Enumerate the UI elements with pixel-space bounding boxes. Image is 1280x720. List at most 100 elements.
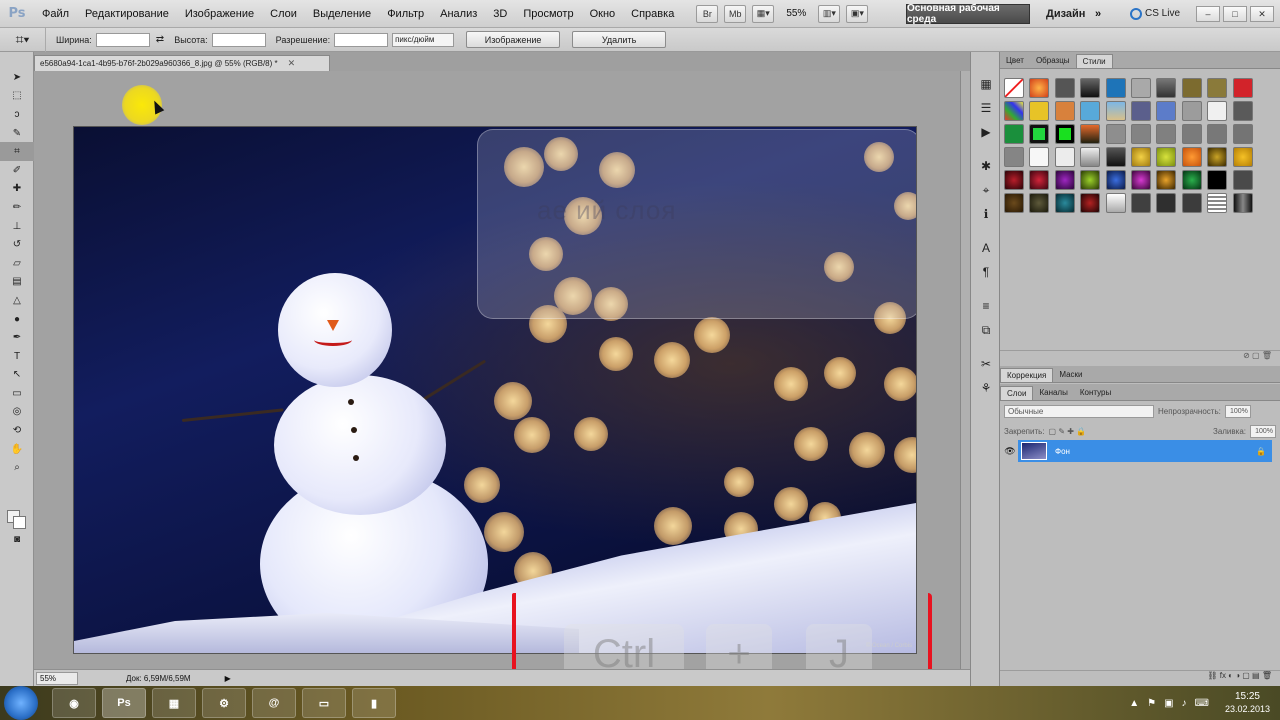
style-swatch[interactable] xyxy=(1029,147,1050,167)
style-swatch[interactable] xyxy=(1232,101,1253,121)
height-input[interactable] xyxy=(211,32,266,47)
opacity-input[interactable]: 100% xyxy=(1224,404,1251,418)
style-swatch[interactable] xyxy=(1130,124,1151,144)
style-swatch[interactable] xyxy=(1207,124,1228,144)
screen-mode-icon[interactable]: ▣▾ xyxy=(846,4,869,23)
network-taskbar-icon[interactable]: ⚙ xyxy=(202,688,246,718)
clear-button[interactable]: Удалить xyxy=(572,31,667,48)
background-color-swatch[interactable] xyxy=(13,516,26,529)
style-swatch[interactable] xyxy=(1004,193,1024,213)
style-swatch[interactable] xyxy=(1054,147,1075,167)
paragraph-panel-icon[interactable]: ¶ xyxy=(971,260,1001,284)
eyedropper-tool-icon[interactable]: ✐ xyxy=(0,161,34,180)
cs-live-button[interactable]: CS Live xyxy=(1130,4,1180,24)
style-swatch[interactable] xyxy=(1181,101,1202,121)
style-swatch[interactable] xyxy=(1105,124,1126,144)
style-swatch[interactable] xyxy=(1054,193,1075,213)
style-swatch[interactable] xyxy=(1004,78,1024,98)
style-swatch[interactable] xyxy=(1130,78,1151,98)
network-icon[interactable]: ▣ xyxy=(1164,698,1173,709)
mini-bridge-icon[interactable]: Mb xyxy=(724,4,747,23)
style-swatch[interactable] xyxy=(1156,170,1177,190)
flag-icon[interactable]: ⚑ xyxy=(1147,698,1156,709)
photoshop-taskbar-icon[interactable]: Ps xyxy=(102,688,146,718)
recorder-taskbar-icon[interactable]: ▮ xyxy=(352,688,396,718)
pen-tool-icon[interactable]: ✒ xyxy=(0,328,34,347)
lock-icons[interactable]: ▢ ✎ ✚ 🔒 xyxy=(1049,427,1087,436)
menu-edit[interactable]: Редактирование xyxy=(77,0,177,28)
tab-channels[interactable]: Каналы xyxy=(1033,386,1073,400)
arrange-documents-icon[interactable]: ▥▾ xyxy=(818,4,841,23)
style-swatch[interactable] xyxy=(1054,124,1075,144)
chrome-taskbar-icon[interactable]: ◉ xyxy=(52,688,96,718)
3d-panel-icon[interactable]: ✱ xyxy=(971,154,1001,178)
zoom-level[interactable]: 55% xyxy=(780,8,812,19)
style-swatch[interactable] xyxy=(1105,170,1126,190)
style-swatch[interactable] xyxy=(1181,170,1202,190)
more-workspaces-chevron[interactable]: » xyxy=(1095,4,1101,24)
style-swatch[interactable] xyxy=(1080,147,1101,167)
clock[interactable]: 15:25 23.02.2013 xyxy=(1225,691,1270,715)
mail-agent-taskbar-icon[interactable]: @ xyxy=(252,688,296,718)
start-button[interactable] xyxy=(4,686,38,720)
shape-tool-icon[interactable]: ▭ xyxy=(0,384,34,403)
style-swatch[interactable] xyxy=(1181,193,1202,213)
actions-panel-icon[interactable]: ▶ xyxy=(971,120,1001,144)
clone-stamp-tool-icon[interactable]: ⊥ xyxy=(0,217,34,236)
style-swatch[interactable] xyxy=(1004,170,1024,190)
workspace-essentials-button[interactable]: Основная рабочая среда xyxy=(906,3,1030,25)
crop-tool-preset-icon[interactable]: ⌗▾ xyxy=(0,27,46,52)
swap-dimensions-icon[interactable]: ⇄ xyxy=(156,34,164,45)
style-swatch[interactable] xyxy=(1232,147,1253,167)
brush-presets-panel-icon[interactable]: ≡ xyxy=(971,294,1001,318)
menu-view[interactable]: Просмотр xyxy=(515,0,581,28)
style-swatch[interactable] xyxy=(1207,78,1228,98)
menu-image[interactable]: Изображение xyxy=(177,0,262,28)
character-panel-icon[interactable]: A xyxy=(971,236,1001,260)
style-swatch[interactable] xyxy=(1105,147,1126,167)
marquee-tool-icon[interactable]: ⬚ xyxy=(0,87,34,106)
menu-filter[interactable]: Фильтр xyxy=(379,0,432,28)
style-swatch[interactable] xyxy=(1232,170,1253,190)
style-swatch[interactable] xyxy=(1004,101,1024,121)
history-brush-tool-icon[interactable]: ↺ xyxy=(0,235,34,254)
style-swatch[interactable] xyxy=(1004,124,1024,144)
style-swatch[interactable] xyxy=(1054,78,1075,98)
tab-masks[interactable]: Маски xyxy=(1053,368,1088,382)
status-zoom-input[interactable]: 55% xyxy=(36,671,78,685)
gradient-tool-icon[interactable]: ▤ xyxy=(0,273,34,292)
menu-analysis[interactable]: Анализ xyxy=(432,0,485,28)
view-extras-icon[interactable]: ▦▾ xyxy=(752,4,775,23)
mini-bridge-panel-icon[interactable]: ▦ xyxy=(971,72,1001,96)
zoom-tool-icon[interactable]: ⌕ xyxy=(0,458,34,477)
navigator-panel-icon[interactable]: ⌖ xyxy=(971,178,1001,202)
3d-rotate-tool-icon[interactable]: ◎ xyxy=(0,403,34,422)
folder-taskbar-icon[interactable]: ▭ xyxy=(302,688,346,718)
style-swatch[interactable] xyxy=(1054,101,1075,121)
close-tab-icon[interactable]: ✕ xyxy=(288,58,296,69)
menu-help[interactable]: Справка xyxy=(623,0,682,28)
fill-input[interactable]: 100% xyxy=(1250,424,1276,438)
crop-tool-icon[interactable]: ⌗ xyxy=(0,142,34,161)
style-swatch[interactable] xyxy=(1207,147,1228,167)
style-swatch[interactable] xyxy=(1029,101,1050,121)
style-swatch[interactable] xyxy=(1105,78,1126,98)
brush-tool-icon[interactable]: ✏ xyxy=(0,198,34,217)
calculator-taskbar-icon[interactable]: ▦ xyxy=(152,688,196,718)
quick-select-tool-icon[interactable]: ✎ xyxy=(0,124,34,143)
menu-file[interactable]: Файл xyxy=(34,0,77,28)
menu-window[interactable]: Окно xyxy=(582,0,624,28)
volume-icon[interactable]: ♪ xyxy=(1182,698,1187,709)
style-swatch[interactable] xyxy=(1156,147,1177,167)
style-swatch[interactable] xyxy=(1029,124,1050,144)
canvas-image[interactable]: ае ий слоя © Ocean / Corbis xyxy=(73,126,917,654)
style-swatch[interactable] xyxy=(1029,170,1050,190)
status-menu-arrow-icon[interactable]: ▶ xyxy=(225,674,231,683)
type-tool-icon[interactable]: T xyxy=(0,347,34,366)
style-swatch[interactable] xyxy=(1181,147,1202,167)
layer-comps-panel-icon[interactable]: ⚘ xyxy=(971,376,1001,400)
resolution-unit-select[interactable]: пикс/дюйм xyxy=(392,32,455,47)
style-swatch[interactable] xyxy=(1207,193,1228,213)
document-tab[interactable]: e5680a94-1ca1-4b95-b76f-2b029a960366_8.j… xyxy=(34,55,330,71)
style-swatch[interactable] xyxy=(1080,193,1101,213)
